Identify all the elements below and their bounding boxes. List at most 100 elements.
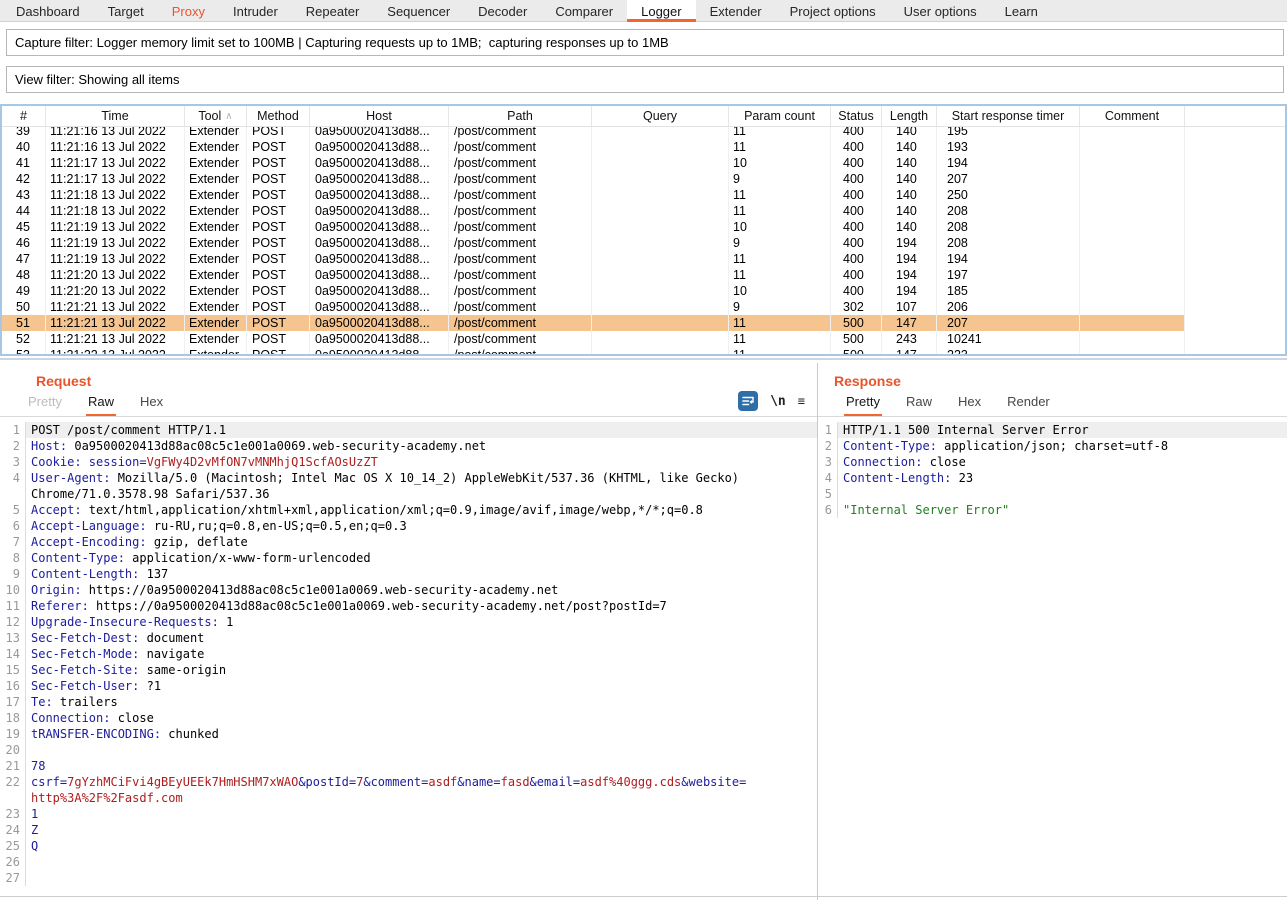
syntax-segment: Accept-Language:	[31, 519, 147, 533]
response-editor[interactable]: 1HTTP/1.1 500 Internal Server Error2Cont…	[818, 417, 1287, 897]
response-tab-raw[interactable]: Raw	[904, 394, 934, 416]
view-filter-bar[interactable]: View filter: Showing all items	[6, 66, 1284, 93]
log-row-44[interactable]: 4411:21:18 13 Jul 2022ExtenderPOST0a9500…	[2, 203, 1285, 219]
line-number: 10	[0, 582, 26, 598]
cell-start-response-timer: 10241	[937, 331, 1080, 347]
tab-comparer[interactable]: Comparer	[541, 0, 627, 22]
logger-table-body[interactable]: 3911:21:16 13 Jul 2022ExtenderPOST0a9500…	[2, 127, 1285, 354]
response-tab-hex[interactable]: Hex	[956, 394, 983, 416]
column-label: Param count	[744, 109, 815, 123]
request-line-2: 2Host: 0a9500020413d88ac08c5c1e001a0069.…	[0, 438, 817, 454]
column-header-comment[interactable]: Comment	[1080, 106, 1185, 126]
line-content: Content-Type: application/json; charset=…	[838, 438, 1287, 454]
log-row-47[interactable]: 4711:21:19 13 Jul 2022ExtenderPOST0a9500…	[2, 251, 1285, 267]
tab-sequencer[interactable]: Sequencer	[373, 0, 464, 22]
cell-time: 11:21:19 13 Jul 2022	[46, 235, 185, 251]
log-row-53[interactable]: 5311:21:22 13 Jul 2022ExtenderPOST0a9500…	[2, 347, 1285, 354]
tab-dashboard[interactable]: Dashboard	[2, 0, 94, 22]
syntax-segment: Origin:	[31, 583, 82, 597]
request-tab-raw[interactable]: Raw	[86, 394, 116, 416]
tab-repeater[interactable]: Repeater	[292, 0, 373, 22]
log-row-42[interactable]: 4211:21:17 13 Jul 2022ExtenderPOST0a9500…	[2, 171, 1285, 187]
log-row-48[interactable]: 4811:21:20 13 Jul 2022ExtenderPOST0a9500…	[2, 267, 1285, 283]
line-content: Content-Length: 137	[26, 566, 817, 582]
cell-num: 50	[2, 299, 46, 315]
cell-start-response-timer: 197	[937, 267, 1080, 283]
cell-path: /post/comment	[449, 127, 592, 139]
log-row-39[interactable]: 3911:21:16 13 Jul 2022ExtenderPOST0a9500…	[2, 127, 1285, 139]
cell-time: 11:21:21 13 Jul 2022	[46, 315, 185, 331]
cell-host: 0a9500020413d88...	[310, 219, 449, 235]
log-row-46[interactable]: 4611:21:19 13 Jul 2022ExtenderPOST0a9500…	[2, 235, 1285, 251]
cell-start-response-timer: 223	[937, 347, 1080, 354]
cell-param-count: 11	[729, 251, 831, 267]
cell-method: POST	[247, 187, 310, 203]
column-header-[interactable]: #	[2, 106, 46, 126]
tab-project-options[interactable]: Project options	[776, 0, 890, 22]
cell-comment	[1080, 283, 1185, 299]
line-content: Cookie: session=VgFWy4D2vMfON7vMNMhjQ1Sc…	[26, 454, 817, 470]
column-header-param-count[interactable]: Param count	[729, 106, 831, 126]
tab-user-options[interactable]: User options	[890, 0, 991, 22]
request-line-17: 17Te: trailers	[0, 694, 817, 710]
horizontal-splitter[interactable]	[0, 358, 1287, 360]
log-row-40[interactable]: 4011:21:16 13 Jul 2022ExtenderPOST0a9500…	[2, 139, 1285, 155]
cell-start-response-timer: 207	[937, 171, 1080, 187]
column-header-method[interactable]: Method	[247, 106, 310, 126]
request-line-13: 13Sec-Fetch-Dest: document	[0, 630, 817, 646]
column-header-time[interactable]: Time	[46, 106, 185, 126]
cell-time: 11:21:17 13 Jul 2022	[46, 155, 185, 171]
column-header-status[interactable]: Status	[831, 106, 882, 126]
cell-tool: Extender	[185, 315, 247, 331]
cell-filler	[1185, 347, 1285, 354]
log-row-50[interactable]: 5011:21:21 13 Jul 2022ExtenderPOST0a9500…	[2, 299, 1285, 315]
log-row-51[interactable]: 5111:21:21 13 Jul 2022ExtenderPOST0a9500…	[2, 315, 1285, 331]
log-row-49[interactable]: 4911:21:20 13 Jul 2022ExtenderPOST0a9500…	[2, 283, 1285, 299]
cell-filler	[1185, 187, 1285, 203]
tab-intruder[interactable]: Intruder	[219, 0, 292, 22]
tab-extender[interactable]: Extender	[696, 0, 776, 22]
line-number: 16	[0, 678, 26, 694]
column-label: Query	[643, 109, 677, 123]
cell-status: 500	[831, 315, 882, 331]
line-content: 78	[26, 758, 817, 774]
cell-host: 0a9500020413d88...	[310, 331, 449, 347]
cell-filler	[1185, 267, 1285, 283]
cell-length: 194	[882, 267, 937, 283]
tab-learn[interactable]: Learn	[991, 0, 1052, 22]
wrap-lines-icon[interactable]	[738, 391, 758, 411]
newline-chars-icon[interactable]: \n	[770, 391, 786, 411]
sort-asc-icon: ∧	[225, 111, 232, 122]
column-header-tool[interactable]: Tool ∧	[185, 106, 247, 126]
tab-logger[interactable]: Logger	[627, 0, 695, 22]
log-row-43[interactable]: 4311:21:18 13 Jul 2022ExtenderPOST0a9500…	[2, 187, 1285, 203]
log-row-52[interactable]: 5211:21:21 13 Jul 2022ExtenderPOST0a9500…	[2, 331, 1285, 347]
column-header-query[interactable]: Query	[592, 106, 729, 126]
line-content: HTTP/1.1 500 Internal Server Error	[838, 422, 1287, 438]
tab-decoder[interactable]: Decoder	[464, 0, 541, 22]
line-number: 4	[0, 470, 26, 502]
tab-proxy[interactable]: Proxy	[158, 0, 219, 22]
capture-filter-bar[interactable]: Capture filter: Logger memory limit set …	[6, 29, 1284, 56]
response-tab-pretty[interactable]: Pretty	[844, 394, 882, 416]
column-label: Tool	[198, 109, 221, 123]
request-editor[interactable]: 1POST /post/comment HTTP/1.12Host: 0a950…	[0, 417, 817, 897]
cell-tool: Extender	[185, 347, 247, 354]
log-row-41[interactable]: 4111:21:17 13 Jul 2022ExtenderPOST0a9500…	[2, 155, 1285, 171]
syntax-segment: Referer:	[31, 599, 89, 613]
column-header-host[interactable]: Host	[310, 106, 449, 126]
line-content: Te: trailers	[26, 694, 817, 710]
syntax-segment: Content-Length:	[843, 471, 951, 485]
cell-param-count: 11	[729, 127, 831, 139]
column-header-length[interactable]: Length	[882, 106, 937, 126]
column-header-start-response-timer[interactable]: Start response timer	[937, 106, 1080, 126]
syntax-segment: Sec-Fetch-User:	[31, 679, 139, 693]
cell-host: 0a9500020413d88...	[310, 315, 449, 331]
editor-menu-icon[interactable]: ≡	[798, 391, 805, 411]
log-row-45[interactable]: 4511:21:19 13 Jul 2022ExtenderPOST0a9500…	[2, 219, 1285, 235]
tab-target[interactable]: Target	[94, 0, 158, 22]
request-tab-hex[interactable]: Hex	[138, 394, 165, 416]
cell-status: 400	[831, 219, 882, 235]
column-header-path[interactable]: Path	[449, 106, 592, 126]
response-tab-render[interactable]: Render	[1005, 394, 1052, 416]
